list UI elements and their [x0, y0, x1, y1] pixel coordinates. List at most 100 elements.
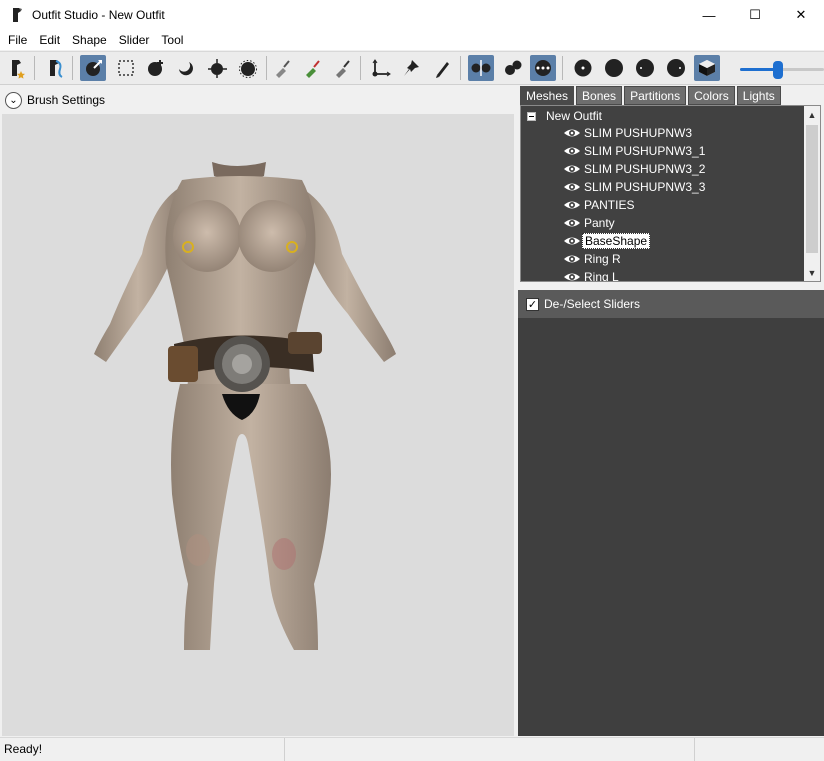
select-brush-button[interactable] [80, 55, 106, 81]
tab-partitions[interactable]: Partitions [624, 86, 687, 105]
mesh-item[interactable]: SLIM PUSHUPNW3_1 [563, 142, 707, 160]
eye-icon[interactable] [563, 235, 581, 247]
move-brush-icon [208, 59, 227, 78]
inflate-brush-button[interactable] [143, 55, 169, 81]
show-mask-icon [699, 60, 715, 76]
mesh-item[interactable]: PANTIES [563, 196, 636, 214]
scrollbar-thumb[interactable] [806, 125, 818, 253]
collapse-icon[interactable] [527, 111, 536, 121]
menu-file[interactable]: File [2, 33, 33, 47]
weight-brush-button[interactable] [299, 55, 325, 81]
tab-bones[interactable]: Bones [576, 86, 623, 105]
close-button[interactable]: ✕ [778, 0, 824, 30]
show-vertices-icon [574, 59, 592, 77]
status-text: Ready! [0, 737, 285, 761]
mesh-item[interactable]: SLIM PUSHUPNW3_2 [563, 160, 707, 178]
smooth-brush-icon [239, 60, 257, 78]
tab-colors[interactable]: Colors [688, 86, 735, 105]
global-brush-button[interactable] [530, 55, 556, 81]
close-icon: ✕ [795, 7, 807, 22]
scroll-down-icon[interactable]: ▼ [804, 264, 820, 281]
3d-viewport[interactable] [2, 114, 514, 736]
select-sliders-label: De-/Select Sliders [544, 297, 641, 311]
mesh-label: Ring R [584, 252, 621, 266]
mesh-item[interactable]: Panty [563, 214, 617, 232]
check-icon: ✓ [527, 298, 538, 311]
mask-brush-icon [276, 60, 290, 78]
mesh-item[interactable]: Ring L [563, 268, 621, 282]
minimize-button[interactable]: — [686, 0, 732, 30]
eye-icon[interactable] [563, 217, 581, 229]
move-brush-button[interactable] [204, 55, 230, 81]
status-cell-2 [285, 737, 695, 761]
status-cell-3 [695, 738, 824, 761]
mesh-label: BaseShape [582, 233, 651, 249]
tab-lights[interactable]: Lights [736, 86, 781, 105]
character-model-preview [94, 162, 396, 650]
mesh-label: Panty [584, 216, 615, 230]
menu-shape[interactable]: Shape [66, 33, 113, 47]
tree-root[interactable]: New Outfit [527, 108, 602, 124]
show-vertices-button[interactable] [570, 55, 596, 81]
mesh-label: PANTIES [584, 198, 635, 212]
panel-tabs: Meshes Bones Partitions Colors Lights [520, 86, 783, 105]
x-mirror-icon [471, 60, 491, 76]
vertex-edit-button[interactable] [429, 55, 455, 81]
color-brush-icon [336, 60, 350, 78]
tab-meshes[interactable]: Meshes [520, 86, 575, 105]
title-bar: Outfit Studio - New Outfit — ☐ ✕ [0, 0, 824, 30]
mesh-item[interactable]: SLIM PUSHUPNW3 [563, 124, 694, 142]
load-reference-button[interactable] [42, 55, 68, 81]
scroll-up-icon[interactable]: ▲ [804, 106, 820, 123]
mask-brush-button[interactable] [269, 55, 295, 81]
minimize-icon: — [702, 7, 716, 23]
brush-size-slider-thumb[interactable] [773, 61, 783, 79]
chevron-down-icon[interactable]: ⌄ [5, 91, 22, 109]
eye-icon[interactable] [563, 199, 581, 211]
select-sliders-checkbox[interactable]: ✓ [526, 297, 539, 311]
eye-icon[interactable] [563, 127, 581, 139]
eye-icon[interactable] [563, 253, 581, 265]
brush-size-slider[interactable] [740, 61, 824, 79]
color-brush-button[interactable] [329, 55, 355, 81]
new-project-button[interactable] [4, 55, 30, 81]
vertex-edit-icon [436, 62, 449, 78]
transform-icon [372, 59, 391, 77]
eye-icon[interactable] [563, 145, 581, 157]
show-lighting-button[interactable] [632, 55, 658, 81]
new-project-icon [12, 60, 25, 79]
tree-root-label: New Outfit [546, 109, 603, 123]
deflate-brush-button[interactable] [173, 55, 199, 81]
mesh-item[interactable]: Ring R [563, 250, 623, 268]
eye-icon[interactable] [563, 163, 581, 175]
window-title: Outfit Studio - New Outfit [32, 8, 165, 22]
menu-tool[interactable]: Tool [155, 33, 189, 47]
sliders-header[interactable]: ✓ De-/Select Sliders [518, 290, 824, 318]
show-textures-button[interactable] [663, 55, 689, 81]
menu-edit[interactable]: Edit [33, 33, 66, 47]
menu-slider[interactable]: Slider [113, 33, 156, 47]
show-lighting-icon [636, 59, 654, 77]
mask-select-button[interactable] [113, 55, 139, 81]
brush-settings-header[interactable]: ⌄ Brush Settings [0, 87, 516, 113]
connected-only-button[interactable] [500, 55, 526, 81]
pivot-button[interactable] [398, 55, 424, 81]
mesh-tree: New Outfit SLIM PUSHUPNW3 SLIM PUSHUPNW3… [520, 105, 821, 282]
maximize-button[interactable]: ☐ [732, 0, 778, 30]
eye-icon[interactable] [563, 271, 581, 282]
mesh-item-selected[interactable]: BaseShape [563, 232, 651, 250]
x-mirror-button[interactable] [468, 55, 494, 81]
smooth-brush-button[interactable] [235, 55, 261, 81]
transform-button[interactable] [368, 55, 394, 81]
tree-scrollbar[interactable]: ▲ ▼ [804, 106, 820, 281]
global-brush-icon [535, 60, 551, 76]
weight-brush-icon [306, 60, 320, 78]
mesh-item[interactable]: SLIM PUSHUPNW3_3 [563, 178, 707, 196]
mesh-label: Ring L [584, 270, 619, 282]
status-bar: Ready! [0, 737, 824, 761]
show-wireframe-icon [605, 59, 623, 77]
show-mask-button[interactable] [694, 55, 720, 81]
eye-icon[interactable] [563, 181, 581, 193]
show-wireframe-button[interactable] [601, 55, 627, 81]
maximize-icon: ☐ [749, 7, 761, 22]
